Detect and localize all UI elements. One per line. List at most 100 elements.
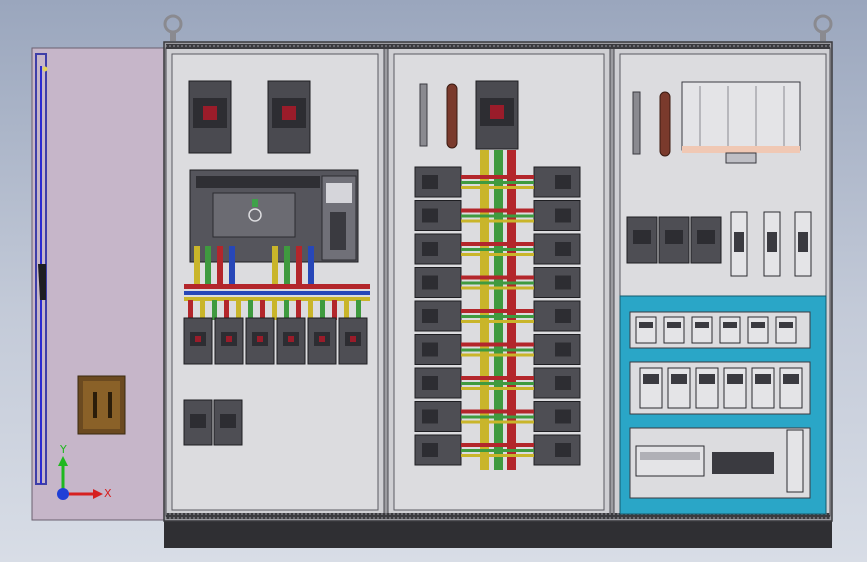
left-feeder-drops [188,300,361,320]
feeder-drop [344,300,349,320]
breaker-indicator [257,336,263,342]
breaker-indicator [350,336,356,342]
meter-display [643,374,659,384]
earth-bar-right [659,91,671,157]
main-breaker-2 [267,80,311,154]
link-bar [461,454,534,457]
link-bar [461,175,534,179]
cabinet-plinth [164,520,832,548]
link-bar [461,443,534,447]
relay-window [779,322,793,328]
link-bar [461,281,534,285]
main-breaker-1 [188,80,232,154]
feeder-drop [284,300,289,320]
axis-x-label: X [104,487,112,500]
breaker-indicator [195,336,201,342]
relay [775,316,797,344]
lifting-eye-icon [163,14,183,41]
link-bar [461,208,534,213]
link-bar [461,382,534,385]
breaker-handle [422,443,438,457]
terminal-strip-right [632,91,641,155]
incomer-breaker-middle [475,80,519,150]
feeder-drop [320,300,325,320]
capacitor-module [681,81,801,164]
relay [635,316,657,344]
feeder-drop [188,300,193,320]
meter-display [783,374,799,384]
relay-window [723,322,737,328]
breaker-handle [555,275,571,290]
relay-window [751,322,765,328]
meter-display [671,374,687,384]
link-bar [461,219,534,223]
breaker-handle [555,342,571,357]
breaker-handle [555,242,571,256]
link-bar [461,348,534,352]
feeder-drop [212,300,217,320]
feeder-drop [260,300,265,320]
link-bar [461,449,534,452]
feeder-drop [296,300,301,320]
relay-window [639,322,653,328]
feeder-drop [236,300,241,320]
link-bar [461,253,534,256]
breaker-indicator [319,336,325,342]
link-bar [461,309,534,313]
relay [663,316,685,344]
breaker-handle [555,175,571,189]
meter-display [755,374,771,384]
breaker-handle [422,342,438,357]
breaker-handle [422,175,438,189]
meter-display [699,374,715,384]
link-bar [461,181,534,184]
link-bar [461,320,534,323]
link-bar [461,342,534,347]
link-bar [461,186,534,189]
feeder-drop [356,300,361,320]
cabinet-drawing: X Y [31,14,833,548]
open-door [31,47,166,521]
link-bar [461,415,534,419]
feeder-drop [224,300,229,320]
link-bar [461,248,534,251]
feeder-drop [308,300,313,320]
door-handle-icon[interactable] [77,375,126,435]
right-breakers [626,216,722,264]
link-bar [461,376,534,380]
left-horizontal-busbars [184,284,370,301]
link-bar [461,420,534,424]
feeder-drop [248,300,253,320]
feeder-drop [200,300,205,320]
breaker-handle [555,443,571,457]
fuse-holders [730,211,812,277]
link-bar [461,387,534,390]
relay-window [695,322,709,328]
link-bar [461,315,534,318]
link-bar [461,242,534,246]
feeder-drop [332,300,337,320]
breaker-handle [422,275,438,290]
breaker-indicator [226,336,232,342]
link-bar [461,353,534,357]
lifting-eye-icon [813,14,833,41]
breaker-handle [422,242,438,256]
breaker-handle [555,208,571,223]
link-bar [461,409,534,414]
meter-display [727,374,743,384]
relay [747,316,769,344]
top-vent-band [166,44,830,49]
breaker-handle [422,376,438,390]
terminal-strip [419,83,428,147]
breaker-handle [555,376,571,390]
breaker-handle [555,409,571,424]
relay [719,316,741,344]
axis-y-label: Y [59,443,67,456]
relay [691,316,713,344]
link-bar [461,275,534,280]
earth-bar [446,83,458,149]
feeder-drop [272,300,277,320]
breaker-handle [422,309,438,323]
breaker-handle [555,309,571,323]
breaker-handle [422,409,438,424]
